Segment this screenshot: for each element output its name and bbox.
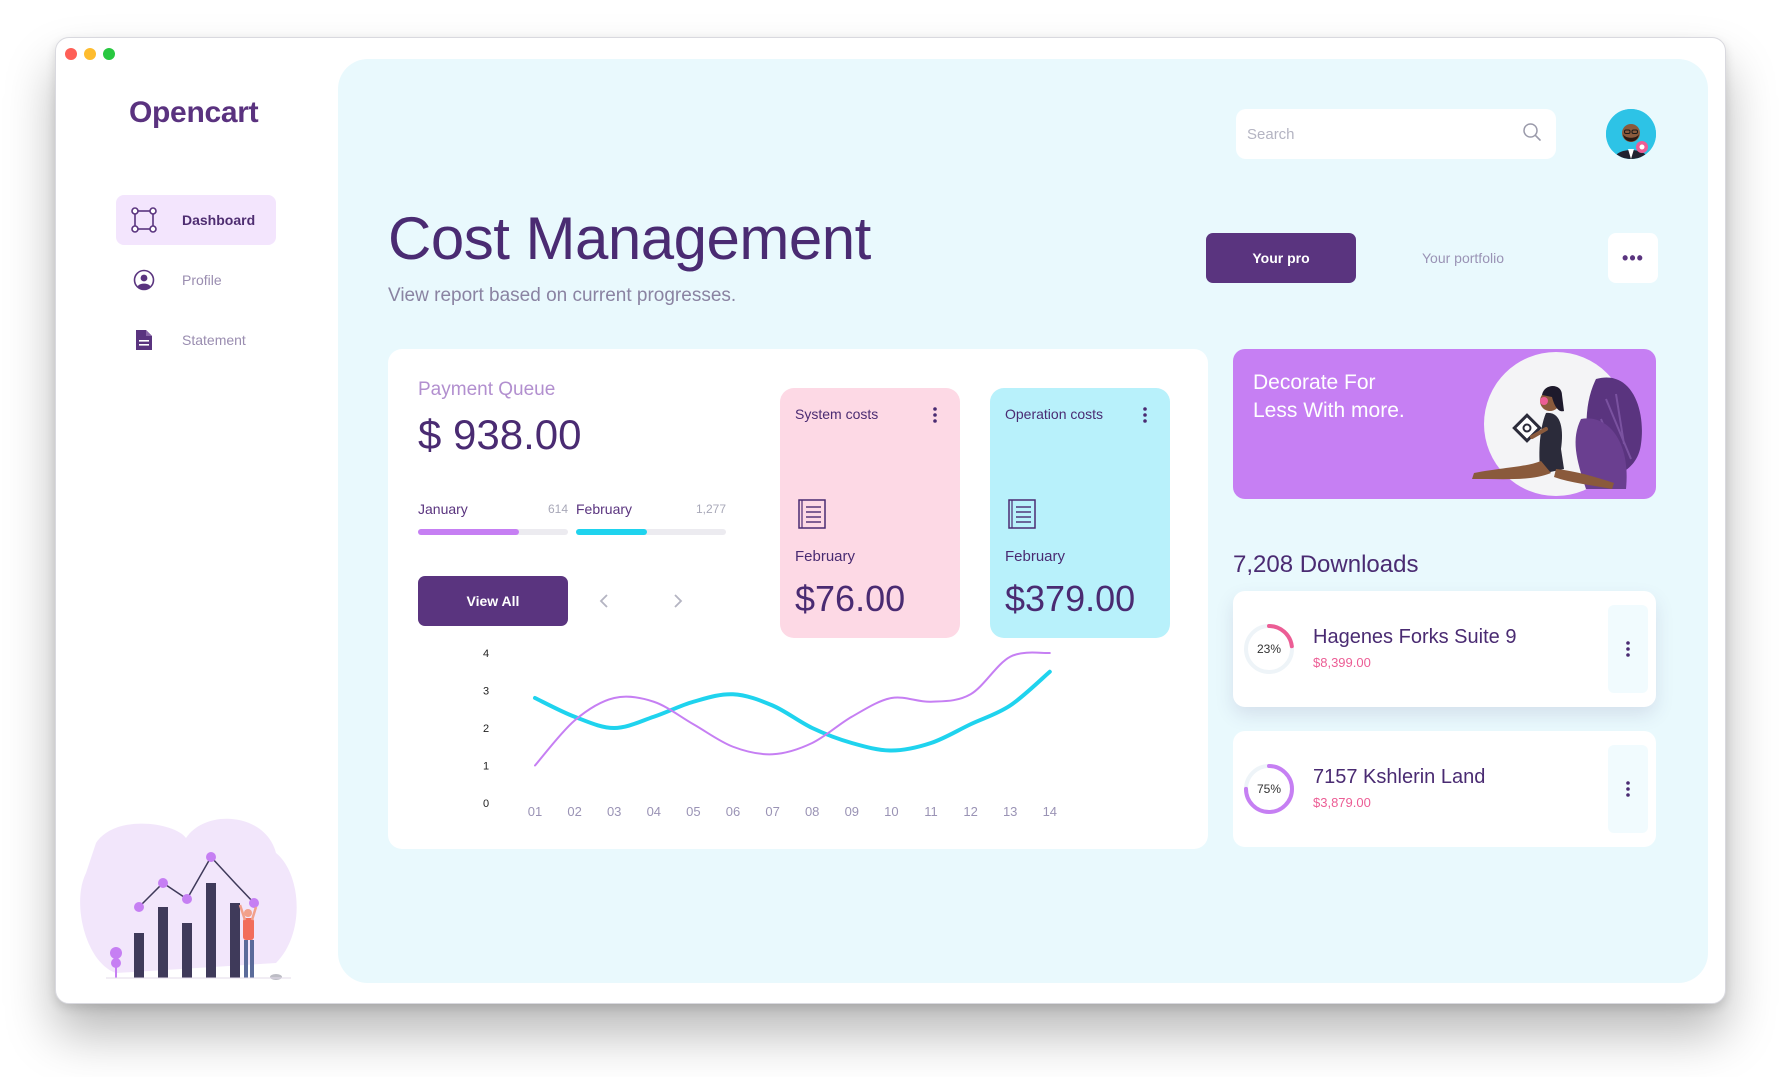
line-chart: 0123401 02 03 04 05 06 07 08 09 10 11 12 13 14 bbox=[483, 648, 1057, 819]
y-tick-label: 2 bbox=[483, 723, 489, 735]
month-january: January 614 bbox=[418, 501, 568, 535]
payment-queue-amount: $ 938.00 bbox=[418, 411, 582, 458]
sidebar-item-dashboard[interactable]: Dashboard bbox=[116, 195, 276, 245]
month-count: 614 bbox=[547, 502, 568, 516]
maximize-window-button[interactable] bbox=[103, 48, 115, 60]
downloads-title: 7,208 Downloads bbox=[1233, 551, 1419, 578]
kebab-menu-icon[interactable] bbox=[928, 405, 942, 425]
sidebar-item-label: Statement bbox=[182, 332, 246, 348]
more-options-button[interactable]: ••• bbox=[1608, 233, 1658, 283]
progress-fill bbox=[418, 529, 519, 535]
month-february: February 1,277 bbox=[576, 501, 726, 535]
statement-icon bbox=[131, 327, 157, 353]
x-tick-label: 05 bbox=[686, 804, 700, 819]
card-month: February bbox=[1005, 548, 1066, 565]
progress-track bbox=[576, 529, 726, 535]
close-window-button[interactable] bbox=[65, 48, 77, 60]
card-title: Operation costs bbox=[1005, 406, 1104, 422]
payment-queue-label: Payment Queue bbox=[418, 379, 556, 400]
month-count: 1,277 bbox=[695, 502, 726, 516]
x-tick-label: 03 bbox=[607, 804, 621, 819]
x-tick-label: 01 bbox=[528, 804, 542, 819]
sidebar-item-profile[interactable]: Profile bbox=[116, 255, 276, 305]
page-subtitle: View report based on current progresses. bbox=[388, 285, 737, 306]
search-box[interactable] bbox=[1236, 109, 1556, 159]
y-tick-label: 1 bbox=[483, 761, 489, 773]
card-amount: $379.00 bbox=[1005, 578, 1136, 619]
dashboard-icon bbox=[131, 207, 157, 233]
search-input[interactable] bbox=[1247, 125, 1522, 143]
chevron-right-icon[interactable] bbox=[663, 581, 693, 621]
card-amount: $76.00 bbox=[795, 578, 906, 619]
payment-panel: Payment Queue $ 938.00 January 614 Febru… bbox=[388, 349, 1208, 849]
item-name: Hagenes Forks Suite 9 bbox=[1313, 626, 1517, 648]
x-tick-label: 04 bbox=[647, 804, 661, 819]
card-month: February bbox=[795, 548, 856, 565]
system-costs-card[interactable]: System costs February $76.00 bbox=[780, 388, 960, 638]
x-tick-label: 06 bbox=[726, 804, 740, 819]
tab-your-portfolio[interactable]: Your portfolio bbox=[1388, 233, 1538, 283]
sidebar-nav: Dashboard Profile Statement bbox=[116, 195, 276, 375]
tab-your-pro[interactable]: Your pro bbox=[1206, 233, 1356, 283]
series-line-2 bbox=[534, 651, 1051, 767]
month-name: January bbox=[418, 501, 468, 517]
promo-text: Decorate For Less With more. bbox=[1253, 369, 1473, 425]
profile-icon bbox=[131, 267, 157, 293]
item-price: $3,879.00 bbox=[1313, 795, 1371, 810]
x-tick-label: 11 bbox=[924, 804, 938, 819]
sidebar-item-label: Dashboard bbox=[182, 212, 256, 228]
promo-banner[interactable]: Decorate For Less With more. bbox=[1233, 349, 1656, 499]
window-controls bbox=[65, 48, 115, 60]
search-icon[interactable] bbox=[1522, 122, 1542, 147]
x-tick-label: 09 bbox=[845, 804, 859, 819]
kebab-menu-icon[interactable] bbox=[1608, 745, 1648, 833]
minimize-window-button[interactable] bbox=[84, 48, 96, 60]
x-tick-label: 10 bbox=[884, 804, 898, 819]
x-tick-label: 13 bbox=[1003, 804, 1017, 819]
growth-chart-illustration bbox=[80, 818, 297, 980]
x-tick-label: 08 bbox=[805, 804, 819, 819]
page-title: Cost Management bbox=[388, 205, 871, 272]
download-item[interactable]: 23% Hagenes Forks Suite 9 $8,399.00 bbox=[1233, 591, 1656, 707]
operation-costs-card[interactable]: Operation costs February $379.00 bbox=[990, 388, 1170, 638]
reading-woman-illustration bbox=[1472, 352, 1642, 496]
progress-fill bbox=[576, 529, 647, 535]
x-tick-label: 14 bbox=[1043, 804, 1057, 819]
document-icon bbox=[1007, 498, 1039, 535]
series-line-1 bbox=[533, 669, 1052, 753]
download-item[interactable]: 75% 7157 Kshlerin Land $3,879.00 bbox=[1233, 731, 1656, 847]
view-all-button[interactable]: View All bbox=[418, 576, 568, 626]
user-avatar[interactable] bbox=[1606, 109, 1656, 159]
promo-line-2: Less With more. bbox=[1253, 399, 1405, 422]
y-tick-label: 4 bbox=[483, 648, 489, 660]
app-logo[interactable]: Opencart bbox=[129, 96, 259, 130]
chevron-left-icon[interactable] bbox=[589, 581, 619, 621]
progress-track bbox=[418, 529, 568, 535]
kebab-menu-icon[interactable] bbox=[1608, 605, 1648, 693]
x-tick-label: 07 bbox=[765, 804, 779, 819]
item-price: $8,399.00 bbox=[1313, 655, 1371, 670]
sidebar-item-statement[interactable]: Statement bbox=[116, 315, 276, 365]
x-tick-label: 12 bbox=[963, 804, 977, 819]
kebab-menu-icon[interactable] bbox=[1138, 405, 1152, 425]
y-tick-label: 0 bbox=[483, 798, 489, 810]
x-tick-label: 02 bbox=[567, 804, 581, 819]
y-tick-label: 3 bbox=[483, 686, 489, 698]
progress-percent: 23% bbox=[1256, 642, 1282, 656]
promo-line-1: Decorate For bbox=[1253, 371, 1376, 394]
main-content: Cost Management View report based on cur… bbox=[338, 59, 1708, 983]
document-icon bbox=[797, 498, 829, 535]
card-title: System costs bbox=[795, 406, 879, 422]
item-name: 7157 Kshlerin Land bbox=[1313, 766, 1486, 788]
app-window: Opencart Dashboard Profile Statement Sea… bbox=[55, 37, 1726, 1004]
progress-percent: 75% bbox=[1256, 782, 1282, 796]
sidebar-item-label: Profile bbox=[182, 272, 222, 288]
